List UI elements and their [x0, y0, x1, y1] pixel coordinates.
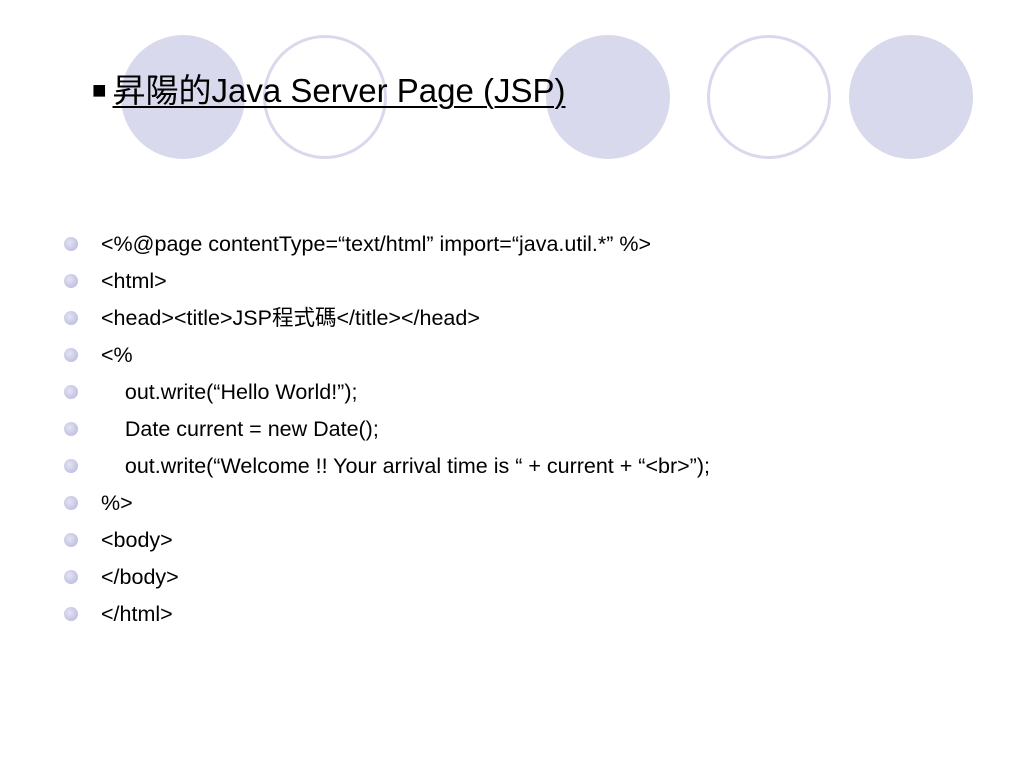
bullet-text: <body>: [101, 528, 173, 552]
bullet-text: <head><title>JSP程式碼</title></head>: [101, 306, 480, 330]
slide: ■ 昇陽的Java Server Page (JSP) <%@page conte…: [0, 0, 1024, 768]
bullet-dot-icon: [64, 274, 78, 288]
decorative-circle-outline: [707, 35, 831, 159]
bullet-dot-icon: [64, 496, 78, 510]
bullet-dot-icon: [64, 422, 78, 436]
slide-title-text: 昇陽的Java Server Page (JSP): [112, 72, 566, 109]
bullet-dot-icon: [64, 348, 78, 362]
bullet-dot-icon: [64, 237, 78, 251]
decorative-circle-filled: [849, 35, 973, 159]
bullet-dot-icon: [64, 459, 78, 473]
bullet-dot-icon: [64, 607, 78, 621]
bullet-dot-icon: [64, 385, 78, 399]
bullet-text: out.write(“Welcome !! Your arrival time …: [101, 454, 710, 478]
bullet-dot-icon: [64, 311, 78, 325]
bullet-text: %>: [101, 491, 133, 515]
bullet-text: out.write(“Hello World!”);: [101, 380, 358, 404]
bullet-text: <html>: [101, 269, 167, 293]
bullet-dot-icon: [64, 570, 78, 584]
bullet-text: Date current = new Date();: [101, 417, 379, 441]
bullet-text: </html>: [101, 602, 173, 626]
square-bullet-icon: ■: [92, 77, 107, 104]
bullet-dot-icon: [64, 533, 78, 547]
slide-title: ■ 昇陽的Java Server Page (JSP): [92, 71, 565, 111]
bullet-text: </body>: [101, 565, 179, 589]
bullet-text: <%@page contentType=“text/html” import=“…: [101, 232, 652, 256]
bullet-text: <%: [101, 343, 133, 367]
